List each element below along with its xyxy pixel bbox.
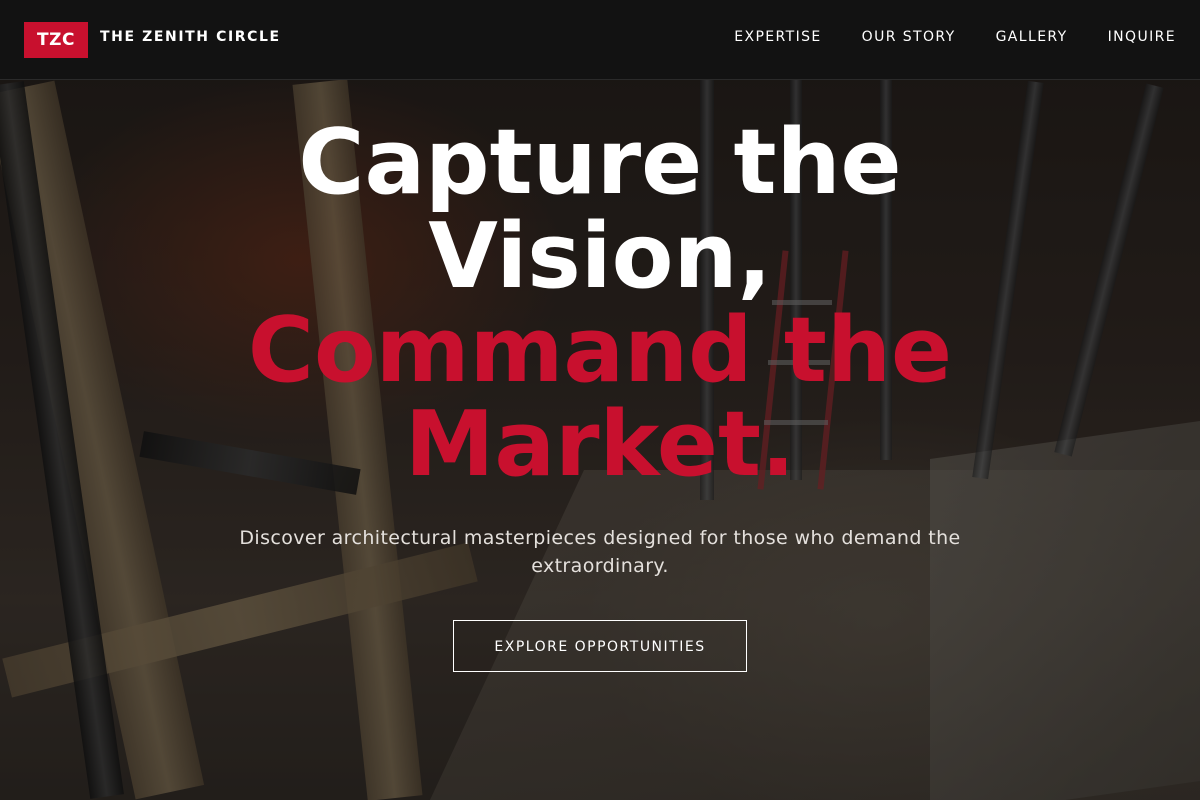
main-nav: EXPERTISE OUR STORY GALLERY INQUIRE: [734, 29, 1176, 45]
headline-line-2: Vision,: [428, 204, 772, 309]
headline-line-1: Capture the: [298, 110, 902, 215]
explore-opportunities-button[interactable]: EXPLORE OPPORTUNITIES: [453, 620, 747, 672]
headline-line-4: Market.: [404, 392, 796, 497]
hero-subtitle: Discover architectural masterpieces desi…: [239, 527, 961, 577]
nav-link-our-story[interactable]: OUR STORY: [862, 29, 956, 45]
hero-headline: Capture the Vision, Command the Market.: [0, 116, 1200, 492]
brand-name[interactable]: THE ZENITH CIRCLE: [100, 29, 281, 45]
nav-link-inquire[interactable]: INQUIRE: [1108, 29, 1176, 45]
headline-line-3: Command the: [247, 298, 953, 403]
nav-link-gallery[interactable]: GALLERY: [996, 29, 1068, 45]
logo-badge[interactable]: TZC: [24, 22, 88, 58]
hero-section: Capture the Vision, Command the Market. …: [0, 116, 1200, 672]
site-header: TZC THE ZENITH CIRCLE EXPERTISE OUR STOR…: [0, 0, 1200, 80]
nav-link-expertise[interactable]: EXPERTISE: [734, 29, 821, 45]
